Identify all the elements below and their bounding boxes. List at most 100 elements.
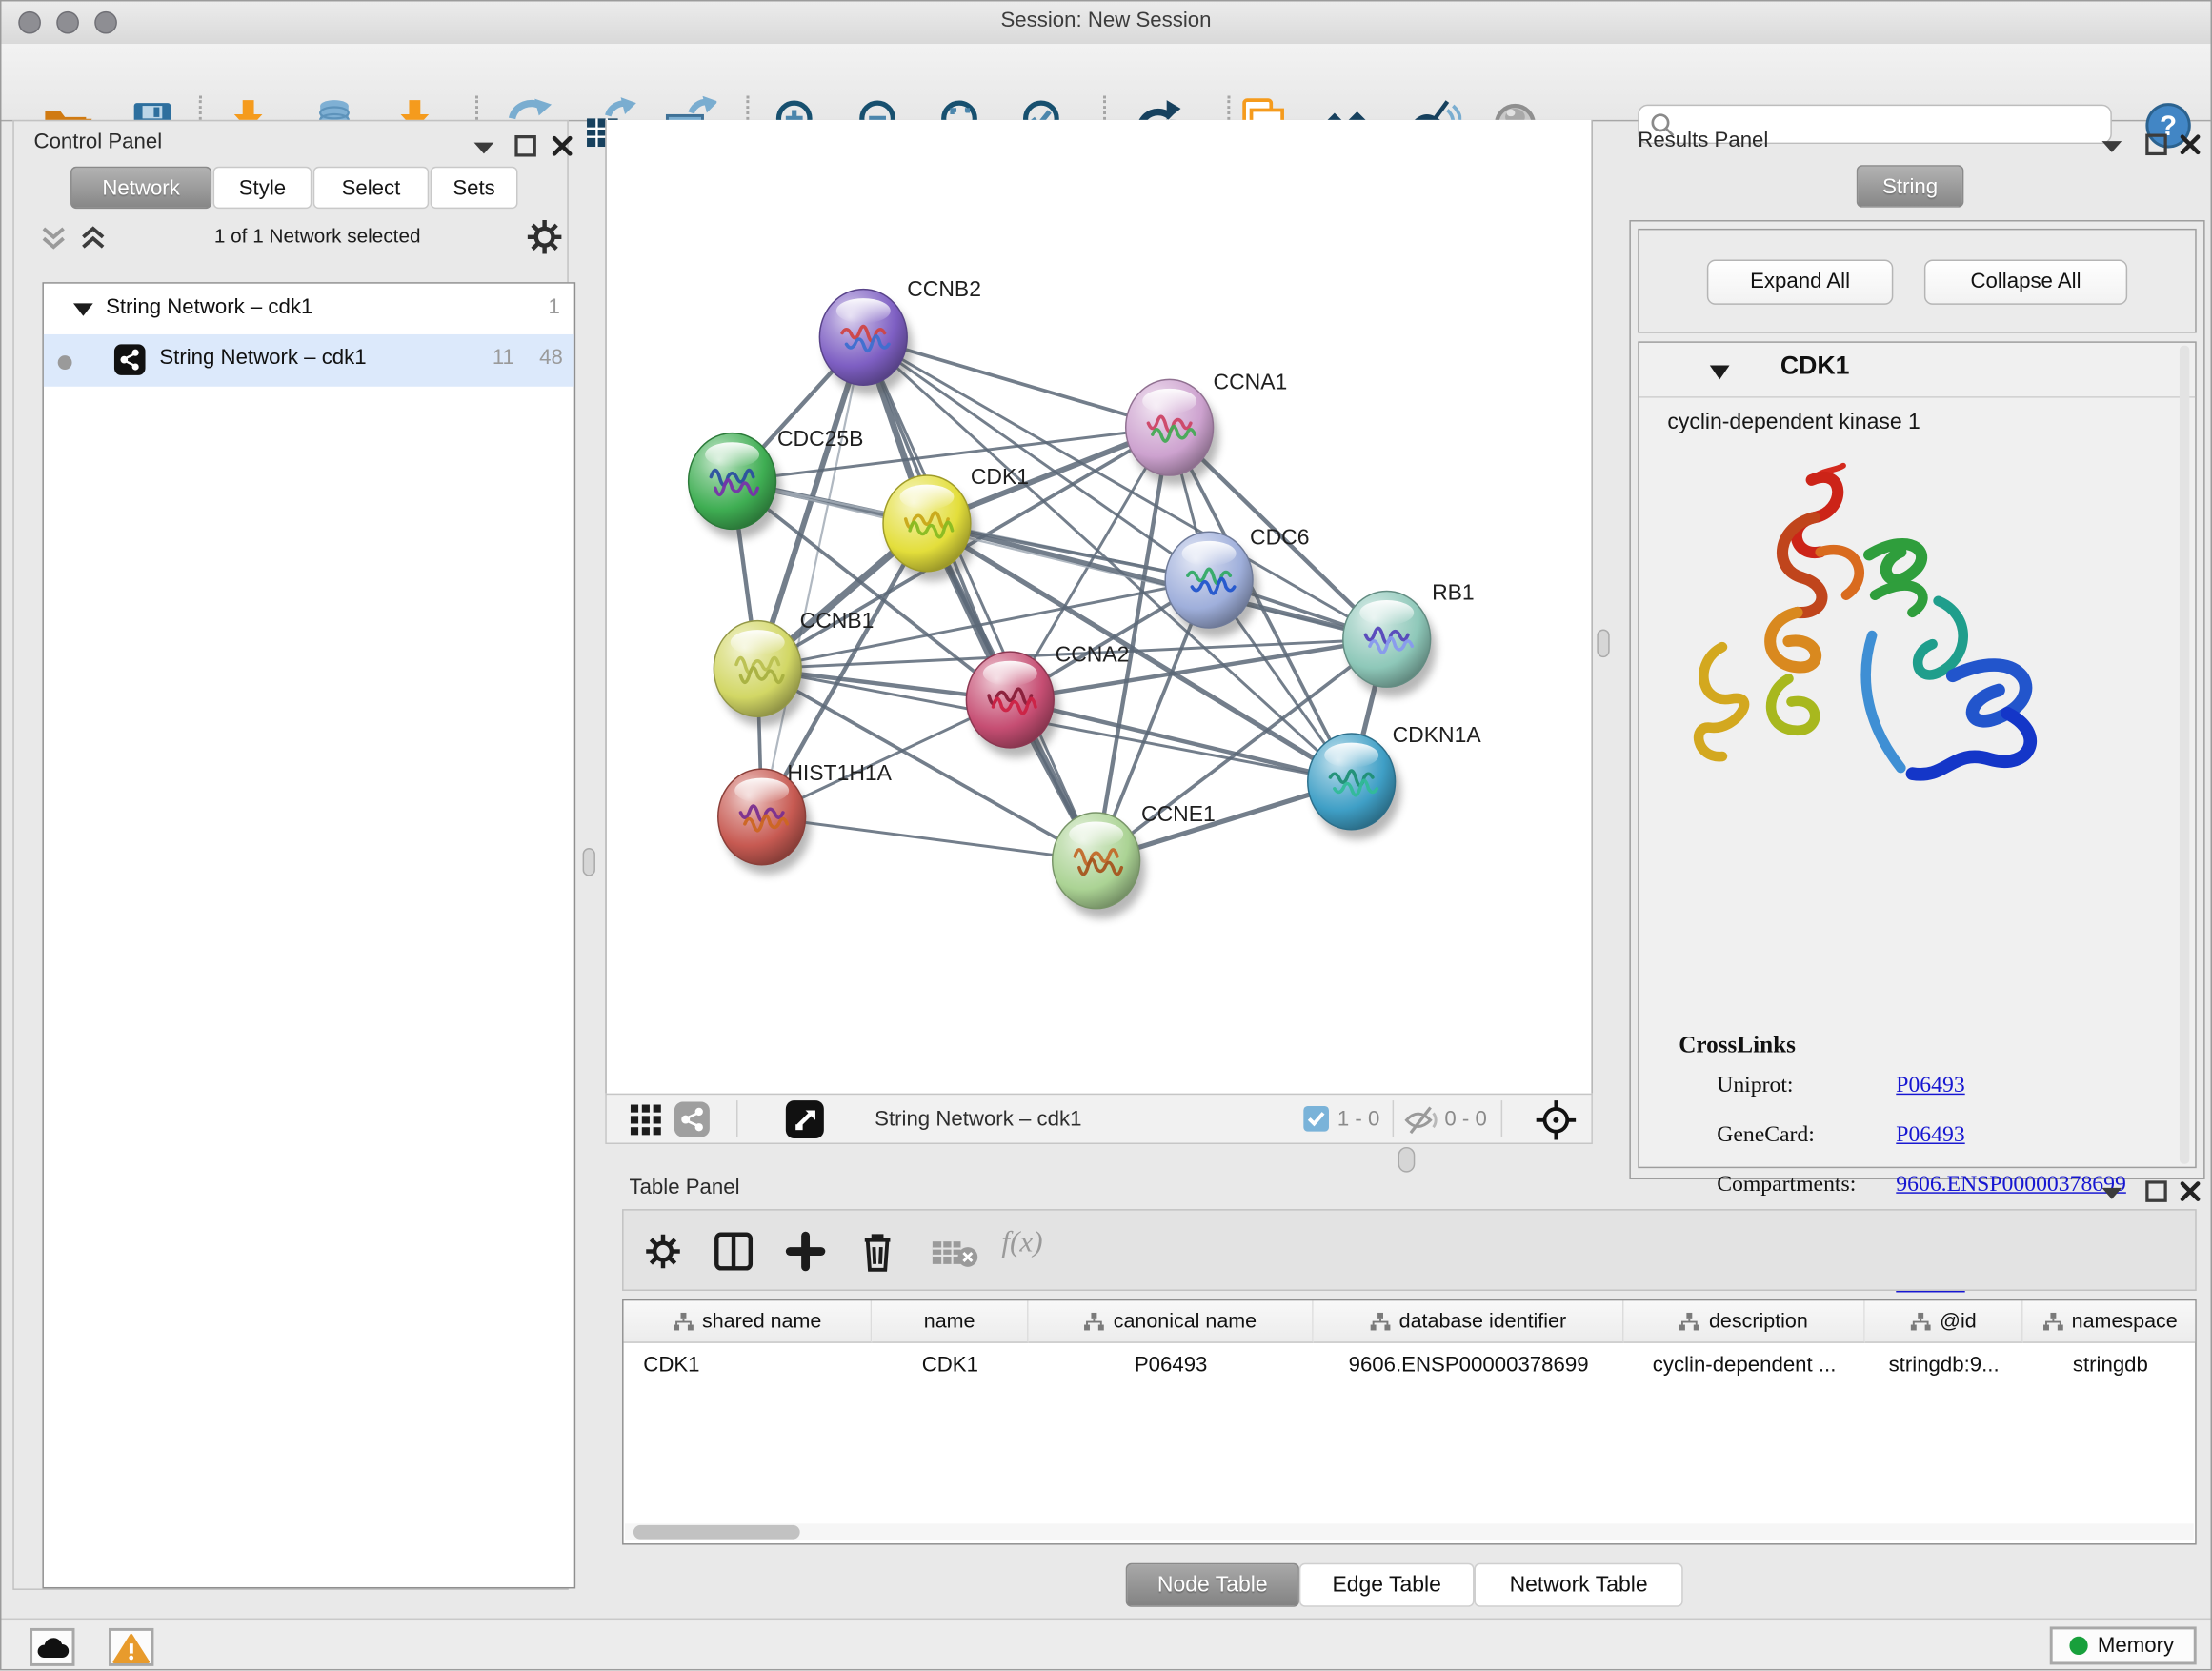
float-panel-icon[interactable] <box>2142 132 2173 158</box>
warnings-button[interactable] <box>109 1628 153 1666</box>
selected-checkbox-icon[interactable] <box>1303 1106 1329 1132</box>
panel-menu-icon[interactable] <box>469 134 500 160</box>
gene-name: CDK1 <box>1780 352 1850 381</box>
tab-node-table[interactable]: Node Table <box>1126 1563 1299 1607</box>
tab-edge-table[interactable]: Edge Table <box>1299 1563 1475 1607</box>
crosslink-link[interactable]: P06493 <box>1896 1123 1964 1149</box>
collapse-all-icon[interactable] <box>37 223 71 254</box>
network-graph[interactable]: CCNB2CCNA1CDC25BCDK1CDC6RB1CCNB1CCNA2CDK… <box>607 120 1595 1094</box>
delete-table-icon <box>931 1238 978 1269</box>
network-selection-status: 1 of 1 Network selected <box>155 224 480 247</box>
network-node-ccna2[interactable]: CCNA2 <box>966 642 1129 758</box>
network-edge[interactable] <box>762 337 864 816</box>
column-header--id[interactable]: @id <box>1865 1300 2023 1342</box>
protein-structure-image <box>1681 463 2062 815</box>
node-label: CDC25B <box>777 426 864 451</box>
network-node-cdc25b[interactable]: CDC25B <box>689 426 864 539</box>
tree-expander-icon[interactable] <box>72 300 95 317</box>
close-panel-icon[interactable] <box>2175 1179 2206 1205</box>
column-header-name[interactable]: name <box>872 1300 1028 1342</box>
network-options-gear-icon[interactable] <box>525 217 564 256</box>
gene-description: cyclin-dependent kinase 1 <box>1667 411 1920 436</box>
column-header-database-identifier[interactable]: database identifier <box>1314 1300 1624 1342</box>
expand-all-button[interactable]: Expand All <box>1707 259 1893 304</box>
section-expander-icon[interactable] <box>1707 363 1733 383</box>
network-edge[interactable] <box>863 337 1096 860</box>
column-header-label: name <box>924 1310 975 1333</box>
network-edge[interactable] <box>1010 700 1351 782</box>
results-scrollbar[interactable] <box>2180 346 2189 1164</box>
table-cell[interactable]: CDK1 <box>872 1343 1028 1385</box>
column-header-namespace[interactable]: namespace <box>2023 1300 2197 1342</box>
table-cell[interactable]: CDK1 <box>624 1343 873 1385</box>
close-panel-icon[interactable] <box>2175 132 2206 158</box>
column-header-description[interactable]: description <box>1623 1300 1864 1342</box>
table-cell[interactable]: cyclin-dependent ... <box>1623 1343 1864 1385</box>
table-options-gear-icon[interactable] <box>643 1232 682 1271</box>
show-columns-icon[interactable] <box>713 1230 754 1272</box>
horizontal-splitter-handle[interactable] <box>1398 1147 1416 1173</box>
main-toolbar: ? <box>1 44 2210 121</box>
crosslink-link[interactable]: P06493 <box>1896 1074 1964 1099</box>
close-panel-icon[interactable] <box>548 134 579 160</box>
crosslinks-title: CrossLinks <box>1679 1032 1796 1060</box>
panel-menu-icon[interactable] <box>2097 132 2128 158</box>
control-panel: Control Panel Network Style Select Sets … <box>12 120 568 1590</box>
network-node-hist1h1a[interactable]: HIST1H1A <box>718 760 893 875</box>
table-horizontal-scrollbar[interactable] <box>625 1523 2194 1540</box>
node-table[interactable]: shared name name canonical name database id… <box>622 1299 2197 1545</box>
memory-button[interactable]: Memory <box>2050 1626 2197 1664</box>
tab-sets[interactable]: Sets <box>431 167 518 209</box>
right-splitter-handle[interactable] <box>1597 629 1609 657</box>
network-row-selected[interactable]: String Network – cdk1 11 48 <box>44 334 574 387</box>
shared-column-icon <box>1084 1311 1105 1331</box>
network-node-cdkn1a[interactable]: CDKN1A <box>1308 722 1482 839</box>
float-panel-icon[interactable] <box>511 134 542 160</box>
collapse-all-button[interactable]: Collapse All <box>1924 259 2127 304</box>
column-header-label: namespace <box>2072 1310 2178 1333</box>
tab-style[interactable]: Style <box>213 167 312 209</box>
current-network-bullet-icon <box>58 355 72 370</box>
table-cell[interactable]: P06493 <box>1029 1343 1314 1385</box>
network-canvas[interactable]: CCNB2CCNA1CDC25BCDK1CDC6RB1CCNB1CCNA2CDK… <box>605 120 1593 1094</box>
column-header-canonical-name[interactable]: canonical name <box>1029 1300 1314 1342</box>
collection-label: String Network – cdk1 <box>106 295 312 319</box>
network-node-ccne1[interactable]: CCNE1 <box>1053 801 1216 918</box>
network-edge[interactable] <box>762 816 1096 860</box>
network-view-toolbar: String Network – cdk1 1 - 0 0 - 0 <box>605 1094 1593 1144</box>
network-share-view-icon[interactable] <box>674 1102 710 1137</box>
results-panel-title: Results Panel <box>1638 129 1768 154</box>
table-cell[interactable]: stringdb <box>2023 1343 2197 1385</box>
shared-column-icon <box>1370 1311 1391 1331</box>
delete-column-icon[interactable] <box>856 1229 898 1274</box>
column-header-shared-name[interactable]: shared name <box>624 1300 873 1342</box>
separator <box>1501 1100 1502 1137</box>
network-node-rb1[interactable]: RB1 <box>1343 579 1475 696</box>
node-label: CCNA1 <box>1214 370 1288 394</box>
grid-view-icon[interactable] <box>629 1103 663 1137</box>
table-cell[interactable]: 9606.ENSP00000378699 <box>1314 1343 1624 1385</box>
expand-all-icon[interactable] <box>76 223 111 254</box>
control-panel-title: Control Panel <box>34 130 163 155</box>
network-node-ccna1[interactable]: CCNA1 <box>1126 370 1288 486</box>
tab-select[interactable]: Select <box>313 167 429 209</box>
cloud-status-button[interactable] <box>30 1628 74 1666</box>
panel-menu-icon[interactable] <box>2097 1179 2128 1205</box>
tab-string-results[interactable]: String <box>1857 165 1964 207</box>
column-header-label: description <box>1709 1310 1808 1333</box>
network-collection-row[interactable]: String Network – cdk1 1 <box>44 284 574 334</box>
table-cell[interactable]: stringdb:9... <box>1865 1343 2023 1385</box>
tab-network[interactable]: Network <box>70 167 211 209</box>
column-header-label: canonical name <box>1114 1310 1257 1333</box>
network-label: String Network – cdk1 <box>159 346 366 370</box>
left-splitter-handle[interactable] <box>583 848 595 876</box>
float-panel-icon[interactable] <box>2142 1179 2173 1205</box>
network-node-ccnb1[interactable]: CCNB1 <box>714 608 874 727</box>
tab-network-table[interactable]: Network Table <box>1475 1563 1683 1607</box>
network-node-ccnb2[interactable]: CCNB2 <box>819 276 981 395</box>
node-selection-mode-icon[interactable] <box>1535 1099 1577 1141</box>
birds-eye-view-icon[interactable] <box>786 1100 824 1138</box>
create-column-icon[interactable] <box>784 1230 826 1272</box>
scrollbar-thumb[interactable] <box>633 1525 800 1540</box>
crosslink-label: Uniprot: <box>1717 1074 1793 1099</box>
